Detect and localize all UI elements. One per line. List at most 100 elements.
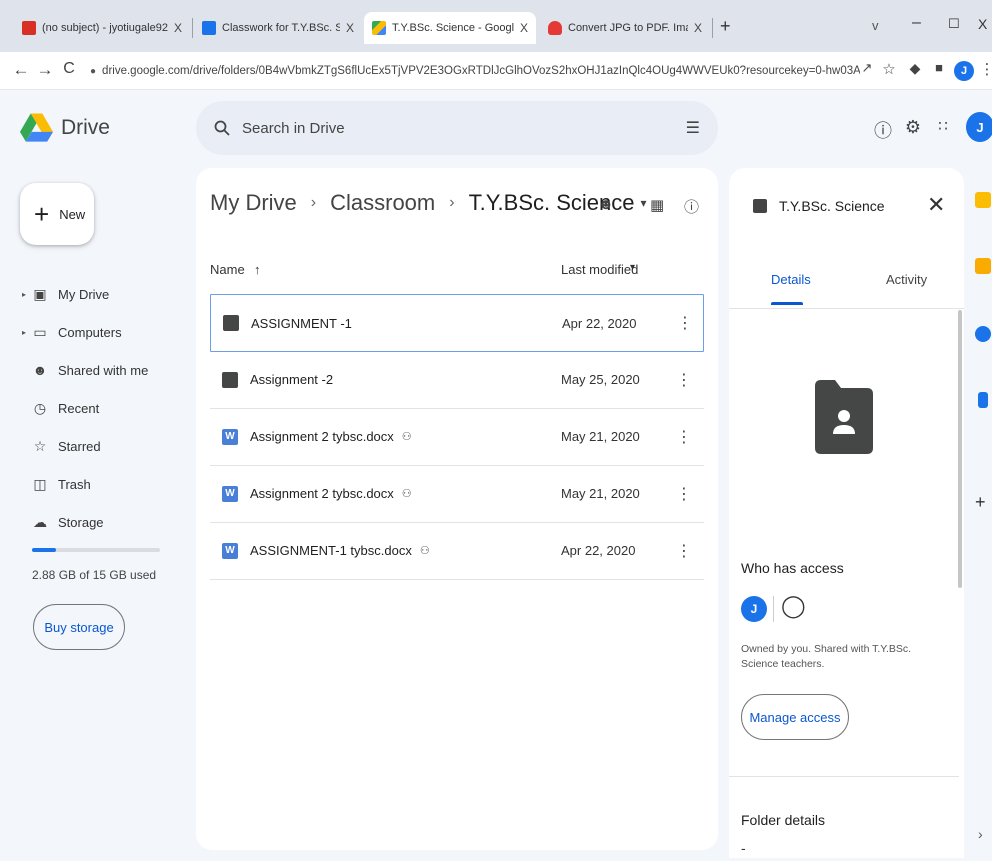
- browser-tab-drive[interactable]: T.Y.BSc. Science - Google Drive X: [364, 12, 536, 44]
- active-tab-indicator: [771, 302, 803, 305]
- chevron-right-icon: ›: [310, 194, 317, 211]
- maximize-button[interactable]: ☐: [948, 16, 960, 32]
- close-tab-icon[interactable]: X: [694, 21, 702, 35]
- sidebar-item-my-drive[interactable]: ▸ ▣ My Drive: [22, 281, 109, 307]
- url-field[interactable]: ● drive.google.com/drive/folders/0B4wVbm…: [90, 60, 860, 82]
- file-row[interactable]: W Assignment 2 tybsc.docx ⚇ May 21, 2020 ⋮: [210, 465, 704, 523]
- sidebar-item-shared-with-me[interactable]: ☻ Shared with me: [22, 357, 149, 383]
- file-row[interactable]: W ASSIGNMENT-1 tybsc.docx ⚇ Apr 22, 2020 ⋮: [210, 522, 704, 580]
- file-row[interactable]: W Assignment 2 tybsc.docx ⚇ May 21, 2020 ⋮: [210, 408, 704, 466]
- storage-usage-fill: [32, 548, 57, 552]
- tab-activity[interactable]: Activity: [886, 272, 927, 287]
- file-row[interactable]: Assignment -2 May 25, 2020 ⋮: [210, 351, 704, 409]
- more-actions-icon[interactable]: ⋮: [676, 484, 692, 504]
- more-actions-icon[interactable]: ⋮: [676, 541, 692, 561]
- plus-icon: +: [34, 198, 50, 229]
- close-tab-icon[interactable]: X: [520, 21, 528, 35]
- forward-icon[interactable]: →: [34, 60, 56, 80]
- sidebar-item-trash[interactable]: ◫ Trash: [22, 471, 90, 497]
- address-bar: ← → C ● drive.google.com/drive/folders/0…: [0, 52, 992, 90]
- add-app-icon[interactable]: +: [975, 492, 986, 513]
- lock-icon: ●: [90, 65, 97, 77]
- star-icon: ☆: [33, 437, 47, 454]
- storage-usage-text: 2.88 GB of 15 GB used: [32, 568, 157, 582]
- sort-arrow-icon[interactable]: ↑: [254, 262, 261, 277]
- search-icon: [214, 120, 230, 136]
- group-person-icon[interactable]: ◯: [781, 593, 806, 619]
- contacts-icon[interactable]: [978, 392, 988, 408]
- sidebar-item-storage[interactable]: ☁ Storage: [22, 509, 104, 535]
- who-has-access-heading: Who has access: [741, 560, 844, 576]
- keep-notes-icon[interactable]: [975, 258, 991, 274]
- settings-gear-icon[interactable]: ⚙: [902, 117, 924, 138]
- tab-search-button[interactable]: v: [872, 18, 879, 33]
- account-avatar[interactable]: J: [966, 112, 992, 142]
- browser-menu-icon[interactable]: ⋮: [976, 60, 992, 78]
- back-icon[interactable]: ←: [10, 60, 32, 80]
- file-name: Assignment 2 tybsc.docx: [250, 486, 394, 501]
- new-tab-button[interactable]: +: [720, 16, 731, 37]
- keep-icon[interactable]: [975, 192, 991, 208]
- apps-grid-icon[interactable]: ∷: [932, 117, 954, 135]
- help-icon[interactable]: ⓘ: [872, 117, 894, 143]
- drive-logo[interactable]: Drive: [20, 110, 110, 146]
- close-icon[interactable]: ✕: [927, 192, 945, 218]
- word-doc-icon: W: [222, 542, 238, 559]
- more-actions-icon[interactable]: ⋮: [676, 370, 692, 390]
- breadcrumb-my-drive[interactable]: My Drive: [210, 190, 297, 216]
- share-icon[interactable]: ↗: [856, 60, 878, 76]
- info-icon[interactable]: ⓘ: [684, 196, 699, 217]
- expand-caret-icon[interactable]: ▸: [22, 328, 30, 337]
- browser-tab-classroom[interactable]: Classwork for T.Y.BSc. Science X: [194, 12, 362, 44]
- search-input[interactable]: Search in Drive: [242, 120, 345, 137]
- word-doc-icon: W: [222, 485, 238, 502]
- classroom-icon: [202, 21, 216, 35]
- column-last-modified[interactable]: Last modified: [561, 262, 638, 277]
- file-modified-date: May 21, 2020: [561, 429, 640, 444]
- details-scrollbar[interactable]: [958, 310, 962, 588]
- file-name: Assignment 2 tybsc.docx: [250, 429, 394, 444]
- tab-details[interactable]: Details: [771, 272, 811, 287]
- shared-folder-icon: [222, 371, 238, 388]
- expand-caret-icon[interactable]: ▸: [22, 290, 30, 299]
- more-actions-icon[interactable]: ⋮: [676, 427, 692, 447]
- close-tab-icon[interactable]: X: [174, 21, 182, 35]
- close-tab-icon[interactable]: X: [346, 21, 354, 35]
- shared-people-icon: ⚇: [401, 488, 412, 500]
- drive-logo-icon: [20, 113, 53, 142]
- buy-storage-button[interactable]: Buy storage: [33, 604, 125, 650]
- more-actions-icon[interactable]: ⋮: [677, 313, 693, 333]
- computer-icon: ▭: [33, 323, 47, 340]
- drive-icon: ▣: [33, 285, 47, 302]
- manage-access-button[interactable]: Manage access: [741, 694, 849, 740]
- clock-icon: ◷: [33, 399, 47, 416]
- share-folder-icon[interactable]: ☻: [598, 196, 614, 213]
- tasks-icon[interactable]: [975, 326, 991, 342]
- dropdown-arrow-icon[interactable]: ▾: [630, 262, 635, 273]
- file-row[interactable]: ASSIGNMENT -1 Apr 22, 2020 ⋮: [210, 294, 704, 352]
- dropdown-arrow-icon[interactable]: ▾: [640, 196, 646, 210]
- bookmark-star-icon[interactable]: ☆: [878, 60, 900, 78]
- column-name[interactable]: Name: [210, 262, 245, 277]
- grid-view-icon[interactable]: ▦: [650, 196, 664, 214]
- reload-icon[interactable]: C: [58, 60, 80, 78]
- sidebar-item-computers[interactable]: ▸ ▭ Computers: [22, 319, 122, 345]
- chevron-right-icon[interactable]: ›: [978, 826, 983, 842]
- search-options-icon[interactable]: ☰: [686, 118, 700, 138]
- browser-tab-convert[interactable]: Convert JPG to PDF. Images JPG X: [540, 12, 710, 44]
- sidepanel-icon[interactable]: ■: [928, 60, 950, 75]
- sidebar-item-recent[interactable]: ◷ Recent: [22, 395, 99, 421]
- gmail-icon: [22, 21, 36, 35]
- browser-tab-gmail[interactable]: (no subject) - jyotiugale92@gm X: [14, 12, 190, 44]
- sidebar-item-starred[interactable]: ☆ Starred: [22, 433, 101, 459]
- cloud-icon: ☁: [33, 513, 47, 530]
- extensions-icon[interactable]: ◆: [904, 60, 926, 77]
- new-button[interactable]: + New: [20, 183, 94, 245]
- search-bar[interactable]: Search in Drive ☰: [196, 101, 718, 155]
- close-window-button[interactable]: X: [978, 16, 987, 32]
- profile-avatar[interactable]: J: [954, 61, 974, 81]
- minimize-button[interactable]: –: [912, 14, 921, 32]
- owner-avatar[interactable]: J: [741, 596, 767, 622]
- browser-tab-strip: (no subject) - jyotiugale92@gm X Classwo…: [0, 0, 992, 52]
- breadcrumb-classroom[interactable]: Classroom: [330, 190, 435, 216]
